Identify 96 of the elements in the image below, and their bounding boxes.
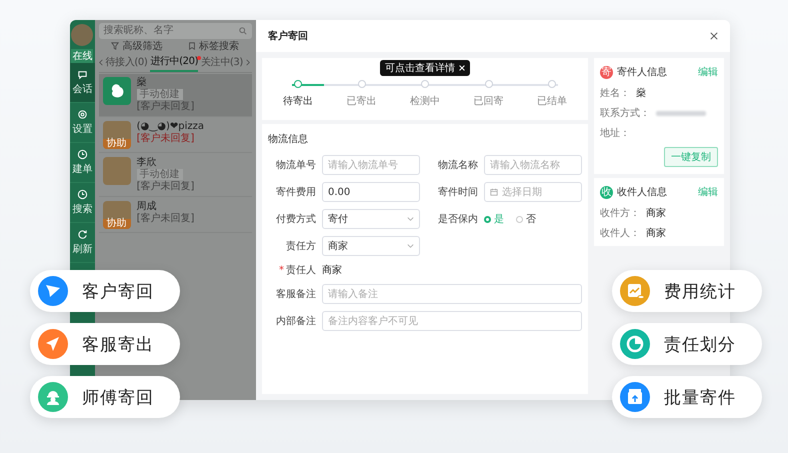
field-label: 客服备注 xyxy=(275,288,316,301)
tooltip-text: 可点击查看详情 xyxy=(385,62,455,75)
step-label: 待寄出 xyxy=(283,94,313,108)
info-label: 收件人： xyxy=(600,227,640,240)
chat-icon xyxy=(76,69,88,80)
close-icon[interactable] xyxy=(710,32,718,40)
step-label: 检测中 xyxy=(410,94,440,108)
info-label: 地址： xyxy=(600,126,630,140)
info-label: 收件方： xyxy=(600,206,640,220)
step-dot[interactable] xyxy=(358,80,366,88)
input-field[interactable]: 请输入物流单号 xyxy=(322,155,420,175)
role-badge: 收 xyxy=(600,186,613,198)
field-label: 内部备注 xyxy=(275,314,316,328)
feature-label: 责任划分 xyxy=(664,334,736,356)
tag-search-button[interactable]: 标签搜索 xyxy=(186,40,242,53)
dialog-title: 客户寄回 xyxy=(268,29,308,43)
chat-item[interactable]: 协助 周成 [客户未回复] xyxy=(98,198,252,232)
photo-placeholder xyxy=(102,156,131,184)
contact-name: (◕‿◕)❤pizza xyxy=(136,120,204,132)
step-dot[interactable] xyxy=(484,80,492,88)
list-tab[interactable]: 待接入(0) xyxy=(106,55,148,70)
reply-status: [客户未回复] xyxy=(136,181,194,192)
card-title: 收件人信息 xyxy=(617,186,668,199)
calendar-icon xyxy=(490,188,498,196)
field-value: 商家 xyxy=(322,264,342,277)
feature-label: 客户寄回 xyxy=(82,280,154,302)
filter-button[interactable]: 高级筛选 xyxy=(109,40,164,53)
assist-badge: 协助 xyxy=(102,218,131,228)
field-label: 物流名称 xyxy=(437,158,478,172)
step-label: 已结单 xyxy=(537,94,567,108)
step-dot[interactable] xyxy=(294,80,302,88)
field-label: 责任方 xyxy=(285,240,316,253)
feature-label: 费用统计 xyxy=(664,280,736,302)
field-label: * 责任人 xyxy=(278,264,316,277)
step-label: 已回寄 xyxy=(474,94,504,108)
field-label: 物流单号 xyxy=(275,158,316,172)
contact-name: 李欣 xyxy=(136,156,157,168)
filter-icon xyxy=(111,42,120,50)
input-field[interactable]: 0.00 xyxy=(322,182,420,202)
step-dot[interactable] xyxy=(548,80,556,88)
select-field[interactable]: 寄付 xyxy=(322,209,420,229)
edit-link[interactable]: 编辑 xyxy=(698,185,718,199)
field-label: 寄件时间 xyxy=(437,186,478,199)
chevron-right-icon[interactable] xyxy=(246,59,250,66)
info-value: 商家 xyxy=(646,226,666,240)
caret-icon xyxy=(407,244,414,248)
info-value: 燊 xyxy=(636,86,646,100)
caret-icon xyxy=(407,217,414,221)
input-field[interactable]: 请输入备注 xyxy=(322,284,582,304)
chat-item[interactable]: 协助 (◕‿◕)❤pizza [客户未回复] xyxy=(98,118,252,152)
refresh-icon xyxy=(76,229,88,240)
feature-label: 批量寄件 xyxy=(664,386,736,408)
feature-label: 客服寄出 xyxy=(82,334,154,356)
list-tab[interactable]: 关注中(3) xyxy=(201,55,243,70)
chat-item[interactable]: 李欣 手动创建 [客户未回复] xyxy=(98,154,252,196)
role-badge: 寄 xyxy=(600,66,613,78)
edit-link[interactable]: 编辑 xyxy=(698,65,718,79)
assist-badge: 协助 xyxy=(102,138,131,148)
clock-icon xyxy=(76,189,88,200)
section-title: 物流信息 xyxy=(268,132,309,146)
contact-name: 燊 xyxy=(136,76,147,88)
contact-tag: 手动创建 xyxy=(136,169,183,180)
input-field[interactable]: 请输入物流名称 xyxy=(484,155,582,175)
step-label: 已寄出 xyxy=(346,94,376,108)
select-field[interactable]: 商家 xyxy=(322,236,420,256)
search-field[interactable]: 搜索昵称、名字 xyxy=(98,23,252,38)
info-label: 联系方式： xyxy=(600,106,650,120)
online-status: 在线 xyxy=(71,49,94,63)
info-value: 商家 xyxy=(646,206,666,220)
contact-tag: 手动创建 xyxy=(136,89,183,100)
field-label: 寄件费用 xyxy=(275,186,316,199)
chevron-left-icon[interactable] xyxy=(98,59,103,66)
search-icon xyxy=(239,26,247,35)
step-dot[interactable] xyxy=(421,80,429,88)
tag-icon xyxy=(188,42,196,50)
info-label: 姓名： xyxy=(600,87,630,100)
radio-option[interactable]: 否 xyxy=(516,212,536,226)
clock-icon xyxy=(76,149,88,160)
copy-button[interactable]: 一键复制 xyxy=(664,147,718,167)
contact-name: 周成 xyxy=(136,200,157,212)
field-label: 付费方式 xyxy=(275,212,316,226)
list-tab[interactable]: 进行中(20) xyxy=(150,54,198,72)
date-field[interactable]: 选择日期 xyxy=(484,182,582,202)
user-avatar xyxy=(71,24,94,46)
gear-icon xyxy=(76,109,88,120)
chat-item[interactable]: 燊 手动创建 [客户未回复] xyxy=(98,74,252,116)
reply-status: [客户未回复] xyxy=(136,133,194,144)
feature-label: 师傅寄回 xyxy=(82,386,154,408)
reply-status: [客户未回复] xyxy=(136,101,194,112)
required-mark: * xyxy=(279,265,284,276)
radio-option[interactable]: 是 xyxy=(484,212,504,226)
sidebar-item[interactable]: 会话 xyxy=(70,63,95,103)
field-label: 是否保内 xyxy=(437,212,478,226)
input-field[interactable]: 备注内容客户不可见 xyxy=(322,311,582,331)
reply-status: [客户未回复] xyxy=(136,213,194,224)
card-title: 寄件人信息 xyxy=(617,66,668,79)
